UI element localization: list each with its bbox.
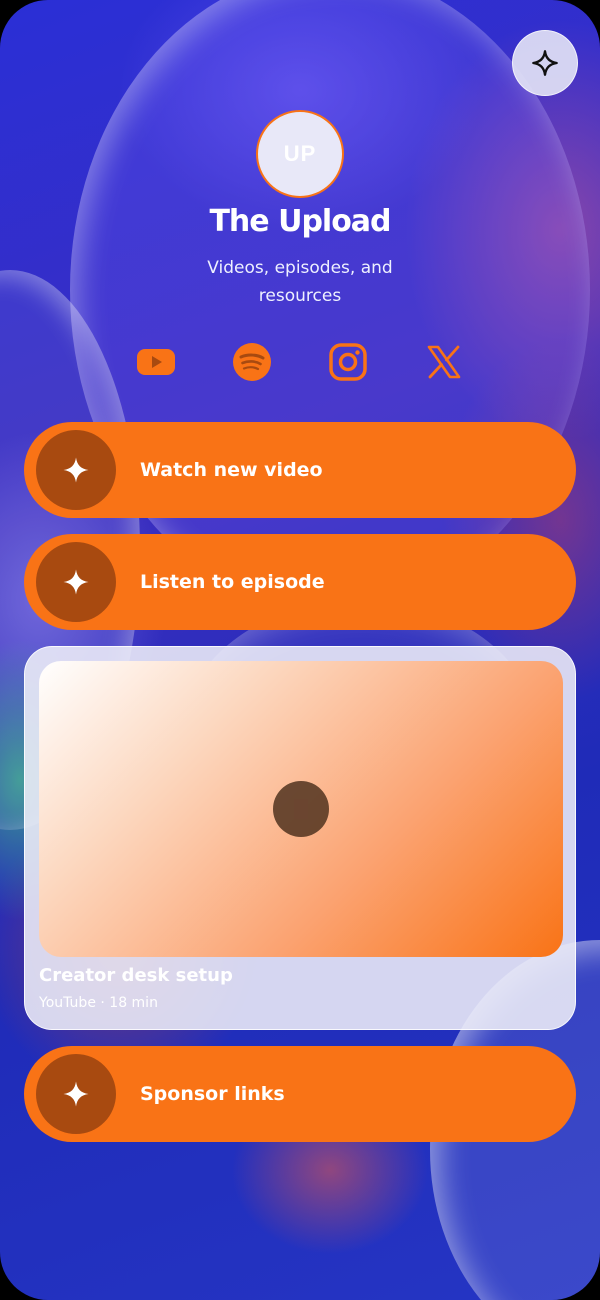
- sparkle-icon: [63, 457, 89, 483]
- profile-name: The Upload: [209, 204, 391, 239]
- social-links: [0, 340, 600, 384]
- link-label: Sponsor links: [140, 1083, 285, 1105]
- media-card: Creator desk setup YouTube · 18 min: [24, 646, 576, 1030]
- play-button[interactable]: [273, 781, 329, 837]
- link-label: Watch new video: [140, 459, 323, 481]
- link-icon-badge: [36, 1054, 116, 1134]
- sparkle-icon: [532, 50, 558, 76]
- x-icon: [427, 345, 461, 379]
- video-thumbnail[interactable]: [39, 661, 563, 957]
- link-button-sponsor-links[interactable]: Sponsor links: [24, 1046, 576, 1142]
- link-button-watch-video[interactable]: Watch new video: [24, 422, 576, 518]
- social-spotify[interactable]: [230, 340, 274, 384]
- link-button-listen-episode[interactable]: Listen to episode: [24, 534, 576, 630]
- avatar: UP: [256, 110, 344, 198]
- link-icon-badge: [36, 542, 116, 622]
- social-x[interactable]: [422, 340, 466, 384]
- spotify-icon: [233, 343, 271, 381]
- sparkle-icon: [63, 569, 89, 595]
- play-icon: [294, 799, 308, 819]
- link-label: Listen to episode: [140, 571, 325, 593]
- sparkle-icon: [63, 1081, 89, 1107]
- social-youtube[interactable]: [134, 340, 178, 384]
- sparkle-action-button[interactable]: [512, 30, 578, 96]
- media-meta: YouTube · 18 min: [39, 995, 158, 1011]
- youtube-icon: [137, 349, 175, 375]
- media-title: Creator desk setup: [39, 965, 233, 986]
- profile-bio: Videos, episodes, and resources: [207, 258, 393, 306]
- phone-screen: UP The Upload Videos, episodes, and reso…: [0, 0, 600, 1300]
- instagram-icon: [329, 343, 367, 381]
- link-icon-badge: [36, 430, 116, 510]
- avatar-initials: UP: [283, 141, 317, 166]
- social-instagram[interactable]: [326, 340, 370, 384]
